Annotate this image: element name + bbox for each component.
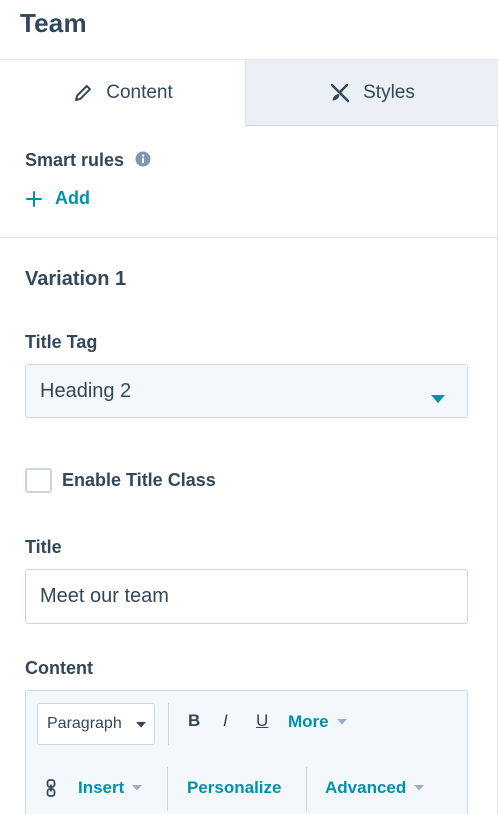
panel-header: Team — [0, 0, 498, 60]
chevron-down-icon — [431, 387, 445, 403]
content-field-label: Content — [25, 658, 93, 678]
plus-icon — [25, 190, 43, 208]
tab-styles-label: Styles — [363, 81, 415, 103]
module-editor-panel: Team Content Styles Smart rules Add Vari… — [0, 0, 498, 814]
toolbar-separator — [306, 767, 307, 811]
advanced-label: Advanced — [325, 778, 407, 797]
italic-button[interactable]: I — [223, 711, 228, 731]
personalize-label: Personalize — [187, 778, 282, 797]
editor-toolbar-row-2: Insert Personalize Advanced — [26, 767, 467, 811]
advanced-menu-button[interactable]: Advanced — [325, 778, 425, 798]
info-icon[interactable] — [135, 151, 151, 167]
title-tag-label: Title Tag — [25, 332, 98, 352]
chevron-down-icon — [336, 719, 347, 725]
tab-content[interactable]: Content — [0, 60, 246, 126]
title-input[interactable] — [25, 569, 468, 624]
tab-content-label: Content — [106, 82, 173, 103]
toolbar-separator — [168, 703, 169, 745]
more-label: More — [288, 712, 329, 731]
smart-rules-label: Smart rules — [25, 150, 125, 170]
editor-toolbar-row-1: Paragraph B I U More — [26, 703, 467, 745]
paragraph-style-select[interactable]: Paragraph — [37, 703, 155, 745]
panel-title: Team — [20, 8, 87, 38]
insert-label: Insert — [78, 778, 125, 797]
enable-title-class-label: Enable Title Class — [62, 470, 216, 490]
paragraph-style-value: Paragraph — [47, 715, 122, 732]
underline-button[interactable]: U — [256, 711, 268, 731]
link-icon — [46, 779, 56, 797]
toolbar-separator — [167, 767, 168, 811]
add-smart-rule-button[interactable]: Add — [25, 188, 90, 209]
add-label: Add — [55, 188, 90, 208]
enable-title-class-row: Enable Title Class — [25, 468, 216, 493]
personalize-button[interactable]: Personalize — [187, 778, 282, 798]
title-tag-value: Heading 2 — [40, 379, 132, 402]
editor-tabs: Content Styles — [0, 59, 498, 126]
brush-icon — [329, 82, 351, 104]
chevron-down-icon — [132, 785, 143, 791]
title-field-label: Title — [25, 537, 62, 557]
pencil-icon — [72, 82, 94, 104]
chevron-down-icon — [414, 785, 425, 791]
bold-button[interactable]: B — [188, 711, 200, 731]
chevron-down-icon — [136, 722, 146, 728]
enable-title-class-checkbox[interactable] — [25, 468, 52, 493]
more-menu-button[interactable]: More — [288, 712, 347, 732]
smart-rules-heading: Smart rules — [25, 150, 151, 171]
title-tag-select[interactable]: Heading 2 — [25, 364, 468, 418]
variation-title: Variation 1 — [25, 268, 127, 290]
rich-text-editor: Paragraph B I U More Insert Personalize … — [25, 690, 468, 814]
tab-styles[interactable]: Styles — [246, 60, 498, 126]
insert-menu-button[interactable]: Insert — [46, 778, 143, 798]
section-divider — [0, 237, 498, 238]
